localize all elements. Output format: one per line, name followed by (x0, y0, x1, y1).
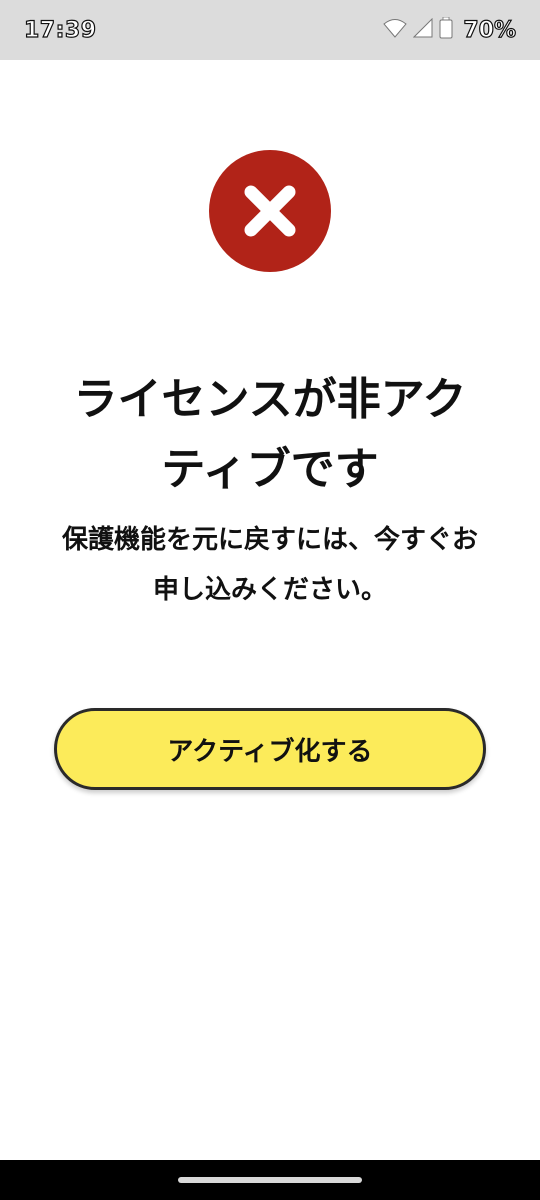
cellular-signal-icon (413, 17, 433, 42)
page-title: ライセンスが非アク ティブです (40, 365, 500, 505)
message-line-1: 保護機能を元に戻すには、今すぐお (61, 525, 478, 555)
title-line-1: ライセンスが非アク (73, 374, 467, 425)
navigation-bar (0, 1160, 540, 1200)
home-gesture-handle[interactable] (178, 1177, 362, 1183)
battery-icon (439, 16, 453, 43)
message-line-2: 申し込みください。 (152, 575, 387, 605)
title-line-2: ティブです (161, 444, 379, 495)
status-icons: 70% (383, 16, 517, 43)
status-bar: 17:39 70% (0, 0, 540, 60)
wifi-icon (383, 18, 408, 42)
error-x-icon (209, 150, 331, 272)
error-message: 保護機能を元に戻すには、今すぐお 申し込みください。 (40, 515, 500, 615)
activate-button[interactable]: アクティブ化する (54, 708, 486, 790)
status-time: 17:39 (23, 17, 97, 43)
battery-percentage: 70% (463, 17, 517, 43)
license-inactive-screen: ライセンスが非アク ティブです 保護機能を元に戻すには、今すぐお 申し込みくださ… (0, 60, 540, 1160)
activate-button-label: アクティブ化する (167, 736, 373, 767)
